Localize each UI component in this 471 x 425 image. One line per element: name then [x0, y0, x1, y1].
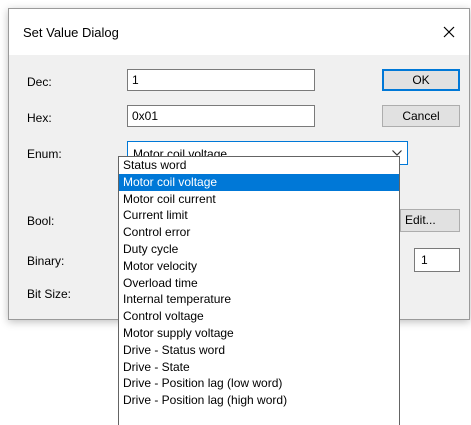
bit-size-label: Bit Size:: [27, 287, 72, 301]
edit-button[interactable]: Edit...: [400, 209, 460, 232]
enum-option[interactable]: Drive - Position lag (low word): [119, 375, 399, 392]
enum-option[interactable]: Motor velocity: [119, 258, 399, 275]
dec-label: Dec:: [27, 75, 52, 89]
close-icon: [443, 26, 455, 38]
enum-option[interactable]: Drive - Position lag (high word): [119, 392, 399, 409]
enum-option[interactable]: Current limit: [119, 207, 399, 224]
close-button[interactable]: [429, 9, 469, 55]
enum-option[interactable]: Drive - Status word: [119, 342, 399, 359]
enum-option[interactable]: Internal temperature: [119, 291, 399, 308]
enum-option[interactable]: Motor coil current: [119, 191, 399, 208]
ok-button[interactable]: OK: [382, 69, 460, 91]
enum-option[interactable]: Control error: [119, 224, 399, 241]
enum-option[interactable]: Drive - State: [119, 359, 399, 376]
hex-input[interactable]: 0x01: [127, 105, 315, 127]
enum-option[interactable]: Duty cycle: [119, 241, 399, 258]
enum-option[interactable]: Overload time: [119, 275, 399, 292]
enum-option[interactable]: Control voltage: [119, 308, 399, 325]
cancel-button[interactable]: Cancel: [382, 105, 460, 127]
enum-option[interactable]: Status word: [119, 157, 399, 174]
bool-label: Bool:: [27, 214, 55, 228]
dec-input[interactable]: 1: [127, 69, 315, 91]
enum-label: Enum:: [27, 147, 62, 161]
title-bar: Set Value Dialog: [9, 9, 469, 55]
bit-value-field[interactable]: 1: [414, 248, 460, 272]
enum-option[interactable]: Motor coil voltage: [119, 173, 399, 191]
enum-option[interactable]: Motor supply voltage: [119, 325, 399, 342]
binary-label: Binary:: [27, 254, 65, 268]
hex-label: Hex:: [27, 111, 52, 125]
dialog-title: Set Value Dialog: [23, 25, 119, 40]
enum-dropdown-list[interactable]: Status word Motor coil voltage Motor coil …: [118, 156, 400, 425]
